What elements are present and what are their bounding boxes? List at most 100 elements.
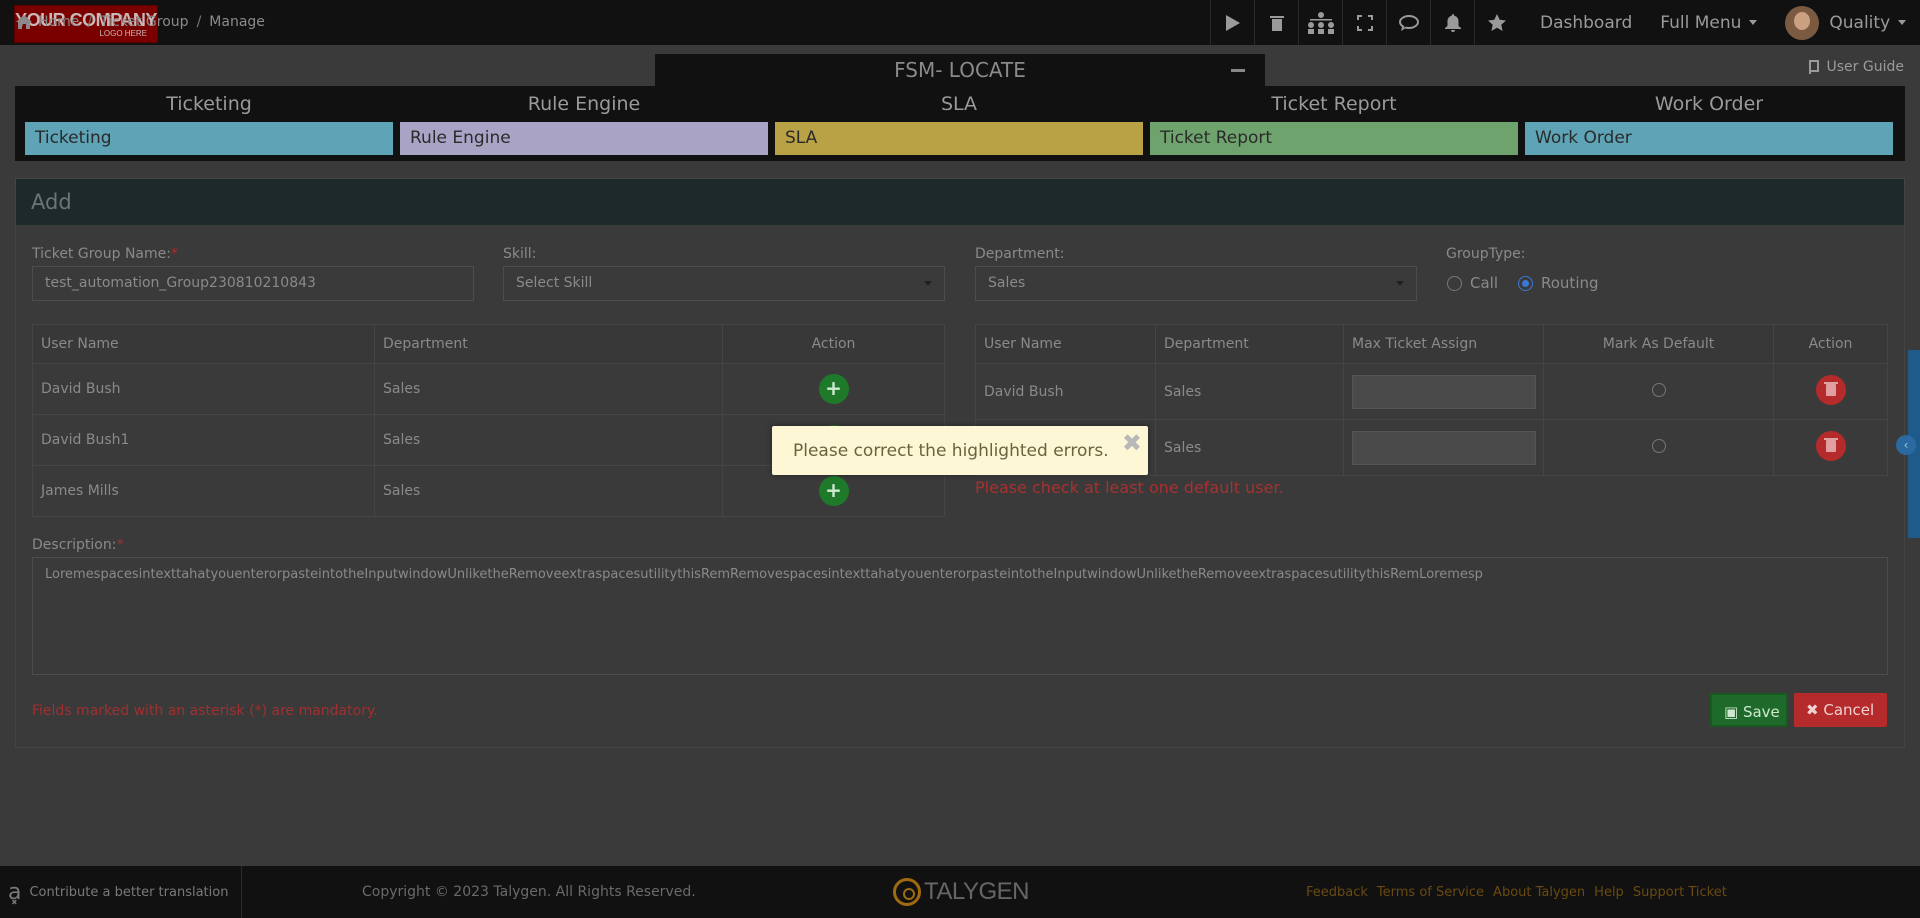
group-type-routing-label: Routing (1541, 274, 1599, 292)
avatar[interactable] (1785, 5, 1820, 40)
delete-user-button[interactable] (1815, 430, 1846, 461)
breadcrumb-separator: / (196, 14, 202, 30)
module-sla[interactable]: SLA SLA (775, 86, 1143, 155)
play-icon[interactable] (1210, 0, 1254, 45)
translate-icon: a͓ (8, 879, 22, 905)
table-row: David Bush Sales + (32, 363, 945, 415)
breadcrumb-ticket-group[interactable]: Ticket Group (100, 14, 189, 30)
user-name-cell: David Bush (32, 363, 375, 415)
add-user-button[interactable]: + (818, 476, 849, 506)
table-row: David Bush Sales (975, 363, 1888, 420)
close-icon: ✖ (1806, 701, 1824, 719)
module-label[interactable]: Ticketing (25, 122, 393, 155)
column-header: User Name (975, 324, 1156, 364)
column-header: Action (722, 324, 945, 364)
module-label[interactable]: Work Order (1525, 122, 1893, 155)
mandatory-note: Fields marked with an asterisk (*) are m… (32, 703, 378, 719)
feedback-link[interactable]: Feedback (1306, 885, 1368, 900)
full-menu-dropdown[interactable]: Full Menu (1660, 13, 1758, 33)
minimize-icon[interactable] (1231, 69, 1245, 72)
module-title: Rule Engine (527, 93, 641, 115)
support-ticket-link[interactable]: Support Ticket (1633, 885, 1727, 900)
user-menu[interactable]: Quality (1829, 12, 1907, 33)
description-textarea[interactable]: Loremespacesintexttahatyouenterorpastein… (32, 557, 1888, 675)
mark-default-radio[interactable] (1651, 438, 1666, 453)
save-icon: ▣ (1724, 703, 1743, 721)
user-name: Quality (1829, 12, 1891, 33)
bell-icon[interactable] (1430, 0, 1474, 45)
action-cell: + (722, 363, 945, 415)
top-nav: Dashboard Full Menu Quality (1540, 0, 1907, 45)
description-label: Description:* (32, 537, 123, 553)
available-users-table: User Name Department Action David Bush S… (32, 324, 945, 517)
translate-link[interactable]: a͓ Contribute a better translation (0, 866, 242, 918)
guide-icon (1808, 60, 1819, 74)
column-header: Max Ticket Assign (1343, 324, 1544, 364)
skill-select-value: Select Skill (516, 275, 593, 291)
arrow-left-icon[interactable]: ‹ (1896, 435, 1916, 455)
close-icon[interactable]: ✖ (1122, 429, 1142, 457)
required-marker: * (116, 537, 124, 553)
trash-icon[interactable] (1254, 0, 1298, 45)
group-type-call-radio[interactable] (1447, 276, 1462, 291)
column-header: User Name (32, 324, 375, 364)
help-link[interactable]: Help (1594, 885, 1624, 900)
save-button[interactable]: ▣ Save (1710, 693, 1788, 727)
module-label[interactable]: Rule Engine (400, 122, 768, 155)
footer: a͓ Contribute a better translation Copyr… (0, 866, 1920, 918)
org-chart-icon[interactable] (1298, 0, 1342, 45)
user-name-cell: David Bush (975, 363, 1156, 420)
footer-brand: TALYGEN (924, 878, 1029, 905)
user-name-cell: James Mills (32, 465, 375, 517)
module-ticketing[interactable]: Ticketing Ticketing (25, 86, 393, 155)
module-label[interactable]: SLA (775, 122, 1143, 155)
breadcrumb: Home / Ticket Group / Manage (16, 14, 265, 30)
max-ticket-input[interactable] (1352, 374, 1536, 409)
chevron-down-icon (1749, 20, 1758, 25)
home-icon (16, 15, 32, 29)
user-guide-link[interactable]: User Guide (1808, 59, 1904, 75)
about-link[interactable]: About Talygen (1493, 885, 1585, 900)
department-cell: Sales (1155, 419, 1344, 476)
mark-default-radio[interactable] (1651, 382, 1666, 397)
department-select[interactable]: Sales (975, 266, 1417, 301)
department-cell: Sales (374, 465, 723, 517)
module-title: Ticketing (166, 93, 252, 115)
breadcrumb-current: Manage (209, 14, 265, 30)
module-ticket-report[interactable]: Ticket Report Ticket Report (1150, 86, 1518, 155)
top-icon-bar (1210, 0, 1518, 45)
chat-icon[interactable] (1386, 0, 1430, 45)
talygen-logo-icon (893, 878, 921, 906)
skill-select[interactable]: Select Skill (503, 266, 945, 301)
dashboard-link[interactable]: Dashboard (1540, 13, 1632, 33)
column-header: Department (1155, 324, 1344, 364)
department-select-value: Sales (988, 275, 1026, 291)
group-name-input[interactable]: test_automation_Group230810210843 (32, 266, 474, 301)
column-header: Action (1773, 324, 1888, 364)
terms-link[interactable]: Terms of Service (1377, 885, 1484, 900)
module-rule-engine[interactable]: Rule Engine Rule Engine (400, 86, 768, 155)
column-header: Department (374, 324, 723, 364)
save-label: Save (1742, 703, 1780, 721)
module-work-order[interactable]: Work Order Work Order (1525, 86, 1893, 155)
group-type-routing-radio[interactable] (1518, 276, 1533, 291)
breadcrumb-home[interactable]: Home (38, 14, 79, 30)
module-label[interactable]: Ticket Report (1150, 122, 1518, 155)
add-user-button[interactable]: + (818, 374, 849, 404)
delete-user-button[interactable] (1815, 374, 1846, 405)
cancel-button[interactable]: ✖ Cancel (1794, 693, 1887, 727)
breadcrumb-separator: / (87, 14, 93, 30)
group-type-call-label: Call (1470, 274, 1499, 292)
default-cell (1543, 419, 1774, 476)
toast-message: Please correct the highlighted errors. (793, 441, 1109, 461)
chevron-down-icon (1396, 281, 1404, 286)
footer-links: Feedback Terms of Service About Talygen … (1306, 885, 1736, 900)
top-bar: YOUR COMPANY LOGO HERE Dashboard Full Me… (0, 0, 1920, 45)
star-icon[interactable] (1474, 0, 1518, 45)
fullscreen-icon[interactable] (1342, 0, 1386, 45)
default-user-error: Please check at least one default user. (975, 478, 1284, 497)
skill-label: Skill: (503, 246, 537, 262)
group-name-label-text: Ticket Group Name: (32, 246, 171, 262)
department-cell: Sales (1155, 363, 1344, 420)
max-ticket-input[interactable] (1352, 430, 1536, 465)
